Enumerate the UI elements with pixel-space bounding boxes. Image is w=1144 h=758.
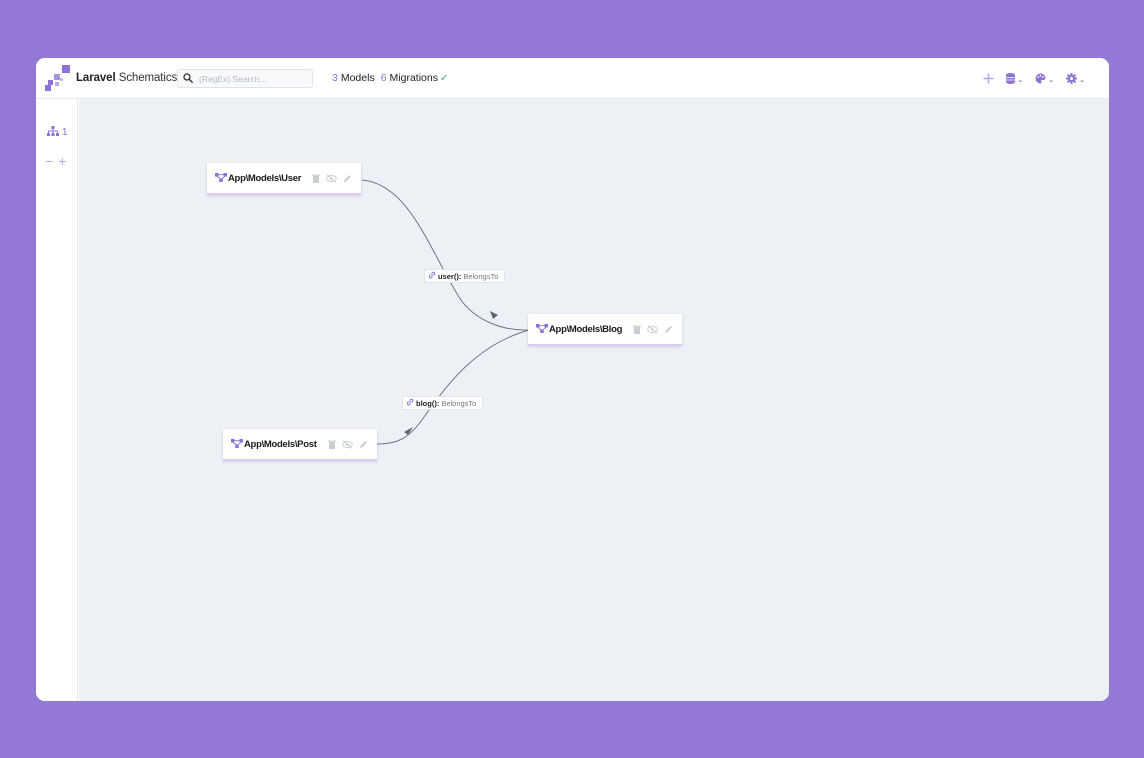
settings-menu-button[interactable]: ⌄ (1066, 71, 1085, 89)
link-icon (428, 271, 436, 281)
add-model-button[interactable] (983, 71, 994, 89)
relation-method: blog(): (416, 398, 440, 408)
eye-slash-icon[interactable] (341, 439, 353, 449)
model-name: App\Models\User (228, 172, 302, 184)
migrations-status-check-icon: ✓ (439, 72, 449, 84)
zoom-controls: − + (45, 154, 66, 168)
model-actions (633, 324, 673, 334)
schematics-logo-icon (45, 65, 71, 91)
model-node-blog[interactable]: App\Models\Blog (528, 314, 682, 346)
search-box[interactable] (177, 69, 313, 88)
search-icon (183, 70, 193, 88)
gear-icon (1066, 71, 1078, 89)
search-input[interactable] (199, 73, 299, 84)
relation-label-user[interactable]: user(): BelongsTo (424, 269, 506, 283)
migrations-label[interactable]: Migrations (390, 72, 438, 84)
tree-count: 1 (62, 126, 68, 138)
brand-name-light: Schematics (115, 72, 178, 84)
link-icon (406, 398, 414, 408)
model-name: App\Models\Post (244, 438, 317, 450)
relation-label-blog[interactable]: blog(): BelongsTo (402, 396, 484, 410)
app-window: Laravel Schematics 3 Models 6 Migrations… (36, 58, 1109, 701)
eye-slash-icon[interactable] (647, 324, 658, 334)
model-network-icon (215, 169, 227, 187)
zoom-out-button[interactable]: − (45, 154, 53, 168)
sitemap-icon (47, 123, 59, 141)
migrations-count: 6 (380, 72, 387, 84)
model-name: App\Models\Blog (549, 323, 623, 335)
pencil-icon[interactable] (664, 325, 673, 334)
palette-icon (1035, 71, 1046, 89)
pencil-icon[interactable] (359, 440, 368, 449)
models-count: 3 (332, 72, 338, 84)
zoom-in-button[interactable]: + (58, 154, 66, 168)
theme-menu-button[interactable]: ⌄ (1035, 71, 1054, 89)
arrow-head-icon (490, 311, 498, 319)
sidebar: 1 − + (36, 99, 78, 701)
brand[interactable]: Laravel Schematics (45, 65, 177, 91)
chevron-down-icon: ⌄ (1017, 77, 1024, 84)
arrow-head-icon (404, 427, 413, 435)
plus-icon (983, 71, 994, 89)
top-bar: Laravel Schematics 3 Models 6 Migrations… (36, 58, 1109, 99)
chevron-down-icon: ⌄ (1079, 77, 1085, 84)
model-network-icon (536, 320, 548, 338)
model-network-icon (231, 435, 243, 453)
trash-icon[interactable] (312, 174, 321, 183)
trash-icon[interactable] (633, 325, 642, 334)
relation-type: BelongsTo (441, 398, 477, 408)
database-icon (1006, 71, 1016, 89)
model-actions (327, 439, 368, 449)
brand-name: Laravel Schematics (76, 72, 177, 84)
model-node-user[interactable]: App\Models\User (207, 163, 361, 195)
models-label[interactable]: Models (341, 72, 375, 84)
model-node-post[interactable]: App\Models\Post (223, 429, 377, 461)
schema-canvas[interactable]: App\Models\User App\Models\Blog App\Mode… (79, 99, 1109, 701)
chevron-down-icon: ⌄ (1048, 77, 1055, 84)
relation-method: user(): (438, 271, 462, 281)
trash-icon[interactable] (327, 440, 336, 449)
pencil-icon[interactable] (343, 174, 352, 183)
database-menu-button[interactable]: ⌄ (1006, 71, 1023, 89)
relation-edge-blog[interactable] (376, 329, 530, 445)
relation-type: BelongsTo (463, 271, 499, 281)
toolbar-right: ⌄ ⌄ ⌄ (983, 71, 1085, 89)
model-stats: 3 Models 6 Migrations ✓ (332, 72, 448, 84)
relation-edge-user-full[interactable] (361, 179, 530, 331)
model-actions (312, 173, 352, 183)
layout-tree-button[interactable]: 1 (47, 123, 68, 141)
brand-name-bold: Laravel (76, 72, 116, 84)
eye-slash-icon[interactable] (326, 173, 337, 183)
